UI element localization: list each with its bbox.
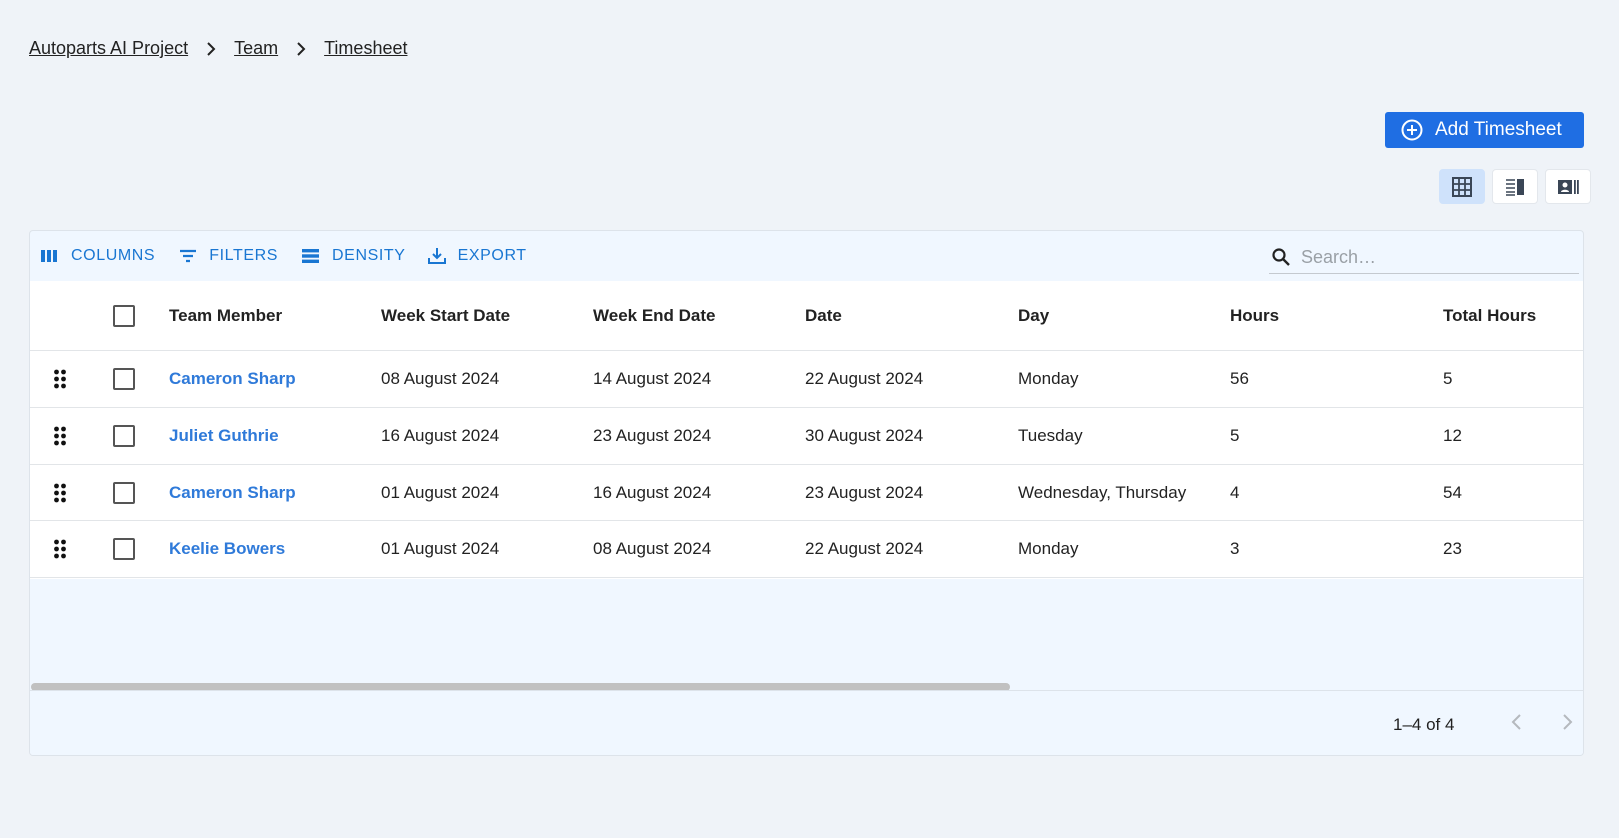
total-hours-cell: 5 bbox=[1443, 369, 1453, 388]
week-end-cell: 14 August 2024 bbox=[593, 369, 712, 388]
add-timesheet-button[interactable]: Add Timesheet bbox=[1385, 112, 1584, 148]
previous-page-button[interactable] bbox=[1505, 710, 1529, 734]
columns-label: COLUMNS bbox=[71, 247, 156, 264]
table-row[interactable]: Cameron Sharp 08 August 2024 14 August 2… bbox=[30, 351, 1583, 408]
header-hours[interactable]: Hours bbox=[1230, 306, 1279, 326]
breadcrumb-team[interactable]: Team bbox=[234, 38, 278, 59]
plus-circle-icon bbox=[1401, 119, 1423, 141]
week-end-cell: 16 August 2024 bbox=[593, 482, 712, 502]
week-start-cell: 01 August 2024 bbox=[381, 539, 500, 558]
chevron-right-icon bbox=[1555, 710, 1579, 734]
grid-icon bbox=[1451, 176, 1473, 198]
card-view-button[interactable] bbox=[1545, 169, 1591, 204]
hours-cell: 56 bbox=[1230, 369, 1249, 388]
export-button[interactable]: EXPORT bbox=[427, 246, 527, 266]
search-input[interactable] bbox=[1301, 246, 1561, 268]
split-view-button[interactable] bbox=[1492, 169, 1538, 204]
row-checkbox[interactable] bbox=[113, 425, 135, 447]
date-cell: 23 August 2024 bbox=[805, 482, 924, 502]
columns-icon bbox=[40, 246, 71, 266]
header-team-member[interactable]: Team Member bbox=[169, 306, 282, 326]
total-hours-cell: 23 bbox=[1443, 539, 1462, 558]
date-cell: 22 August 2024 bbox=[805, 539, 924, 558]
export-label: EXPORT bbox=[457, 247, 527, 264]
pagination-text: 1–4 of 4 bbox=[1393, 715, 1455, 734]
week-start-cell: 01 August 2024 bbox=[381, 482, 500, 502]
table-row[interactable]: Cameron Sharp 01 August 2024 16 August 2… bbox=[30, 465, 1583, 521]
day-cell: Wednesday, Thursday bbox=[1018, 482, 1187, 502]
team-member-link[interactable]: Cameron Sharp bbox=[169, 369, 296, 389]
density-icon bbox=[301, 246, 332, 266]
week-end-cell: 08 August 2024 bbox=[593, 539, 712, 558]
drag-handle-icon[interactable] bbox=[53, 426, 67, 446]
view-switcher bbox=[1439, 169, 1591, 204]
add-timesheet-label: Add Timesheet bbox=[1435, 119, 1562, 140]
header-week-start-date[interactable]: Week Start Date bbox=[381, 306, 510, 326]
day-cell: Tuesday bbox=[1018, 426, 1083, 445]
search-icon bbox=[1269, 247, 1291, 267]
breadcrumb-project[interactable]: Autoparts AI Project bbox=[29, 38, 188, 59]
table-row[interactable]: Keelie Bowers 01 August 2024 08 August 2… bbox=[30, 521, 1583, 578]
download-icon bbox=[427, 246, 458, 266]
week-start-cell: 08 August 2024 bbox=[381, 369, 500, 388]
date-cell: 22 August 2024 bbox=[805, 369, 924, 388]
chevron-right-icon bbox=[294, 41, 308, 56]
grid-table: Team Member Week Start Date Week End Dat… bbox=[30, 281, 1583, 579]
filters-label: FILTERS bbox=[209, 247, 279, 264]
total-hours-cell: 54 bbox=[1443, 482, 1462, 502]
density-button[interactable]: DENSITY bbox=[301, 246, 406, 266]
hours-cell: 4 bbox=[1230, 482, 1240, 502]
row-checkbox[interactable] bbox=[113, 538, 135, 560]
grid-footer: 1–4 of 4 bbox=[30, 690, 1583, 755]
split-list-icon bbox=[1504, 176, 1526, 198]
breadcrumb-timesheet[interactable]: Timesheet bbox=[324, 38, 407, 59]
row-checkbox[interactable] bbox=[113, 481, 135, 504]
chevron-left-icon bbox=[1505, 710, 1529, 734]
week-start-cell: 16 August 2024 bbox=[381, 426, 500, 445]
grid-toolbar: COLUMNS FILTERS DENSITY EXPORT bbox=[30, 231, 1583, 281]
week-end-cell: 23 August 2024 bbox=[593, 426, 712, 445]
grid-view-button[interactable] bbox=[1439, 169, 1485, 204]
grid-empty-space bbox=[30, 579, 1583, 689]
filter-icon bbox=[178, 246, 209, 266]
total-hours-cell: 12 bbox=[1443, 426, 1462, 445]
team-member-link[interactable]: Cameron Sharp bbox=[169, 483, 296, 503]
drag-handle-icon[interactable] bbox=[53, 539, 67, 559]
density-label: DENSITY bbox=[332, 247, 406, 264]
day-cell: Monday bbox=[1018, 539, 1079, 558]
team-member-link[interactable]: Keelie Bowers bbox=[169, 539, 285, 559]
drag-handle-icon[interactable] bbox=[53, 369, 67, 389]
columns-button[interactable]: COLUMNS bbox=[40, 246, 155, 266]
hours-cell: 5 bbox=[1230, 426, 1240, 445]
breadcrumb: Autoparts AI Project Team Timesheet bbox=[29, 38, 407, 59]
chevron-right-icon bbox=[204, 41, 218, 56]
header-week-end-date[interactable]: Week End Date bbox=[593, 306, 716, 326]
team-member-link[interactable]: Juliet Guthrie bbox=[169, 426, 279, 446]
date-cell: 30 August 2024 bbox=[805, 426, 924, 445]
search-box bbox=[1269, 241, 1579, 274]
filters-button[interactable]: FILTERS bbox=[178, 246, 278, 266]
contact-card-icon bbox=[1557, 176, 1579, 198]
header-total-hours[interactable]: Total Hours bbox=[1443, 306, 1536, 326]
header-day[interactable]: Day bbox=[1018, 306, 1049, 326]
hours-cell: 3 bbox=[1230, 539, 1240, 558]
header-date[interactable]: Date bbox=[805, 306, 842, 326]
table-row[interactable]: Juliet Guthrie 16 August 2024 23 August … bbox=[30, 408, 1583, 465]
next-page-button[interactable] bbox=[1555, 710, 1579, 734]
timesheet-data-grid: COLUMNS FILTERS DENSITY EXPORT Search… T… bbox=[29, 230, 1584, 756]
select-all-checkbox[interactable] bbox=[113, 305, 135, 327]
row-checkbox[interactable] bbox=[113, 368, 135, 390]
table-header-row: Team Member Week Start Date Week End Dat… bbox=[30, 281, 1583, 351]
drag-handle-icon[interactable] bbox=[53, 483, 67, 503]
day-cell: Monday bbox=[1018, 369, 1079, 388]
